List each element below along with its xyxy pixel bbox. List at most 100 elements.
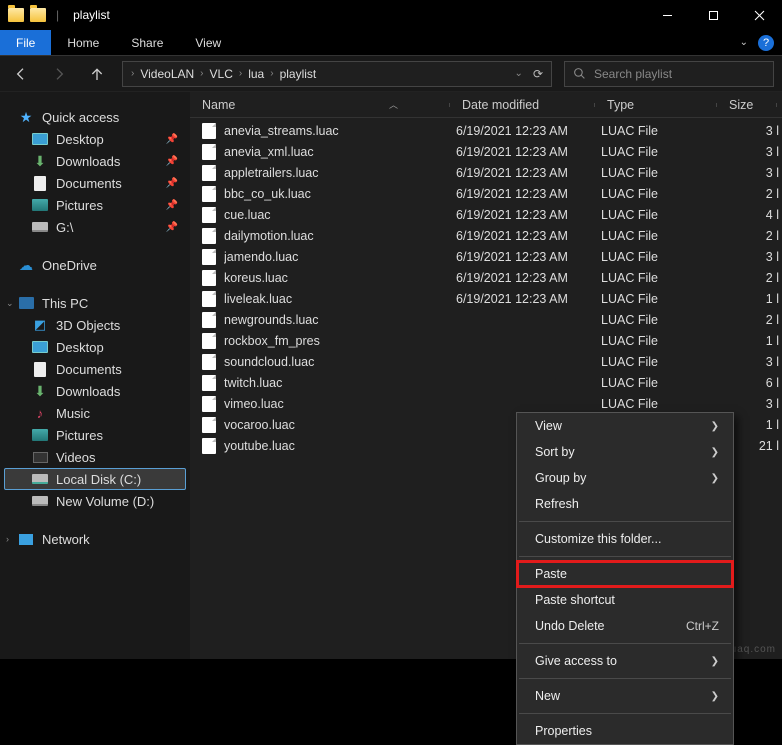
column-date[interactable]: Date modified (450, 98, 595, 112)
back-button[interactable] (8, 61, 34, 87)
sidebar-item-onedrive[interactable]: ☁OneDrive (4, 254, 186, 276)
sidebar-item-this-pc[interactable]: ⌄This PC (4, 292, 186, 314)
file-name: youtube.luac (224, 439, 456, 453)
sidebar-item-network[interactable]: ›Network (4, 528, 186, 550)
table-row[interactable]: liveleak.luac6/19/2021 12:23 AMLUAC File… (190, 288, 782, 309)
table-row[interactable]: anevia_xml.luac6/19/2021 12:23 AMLUAC Fi… (190, 141, 782, 162)
table-row[interactable]: cue.luac6/19/2021 12:23 AMLUAC File4 l (190, 204, 782, 225)
file-size: 2 l (723, 187, 779, 201)
document-icon (34, 176, 46, 191)
file-date: 6/19/2021 12:23 AM (456, 166, 601, 180)
column-label: Name (202, 98, 235, 112)
menu-label: View (535, 419, 562, 433)
file-date: 6/19/2021 12:23 AM (456, 145, 601, 159)
refresh-icon[interactable]: ⟳ (533, 67, 543, 81)
star-icon: ★ (18, 109, 34, 125)
table-row[interactable]: dailymotion.luac6/19/2021 12:23 AMLUAC F… (190, 225, 782, 246)
menu-give-access-to[interactable]: Give access to❯ (517, 648, 733, 674)
file-icon (202, 144, 216, 160)
home-tab[interactable]: Home (51, 30, 115, 55)
file-size: 3 l (723, 250, 779, 264)
address-bar[interactable]: › VideoLAN › VLC › lua › playlist ⌄ ⟳ (122, 61, 552, 87)
menu-sort-by[interactable]: Sort by❯ (517, 439, 733, 465)
menu-customize-folder[interactable]: Customize this folder... (517, 526, 733, 552)
menu-properties[interactable]: Properties (517, 718, 733, 744)
sidebar-item-music[interactable]: ♪Music (4, 402, 186, 424)
chevron-down-icon[interactable]: ⌄ (740, 37, 748, 48)
table-row[interactable]: newgrounds.luacLUAC File2 l (190, 309, 782, 330)
table-row[interactable]: vimeo.luacLUAC File3 l (190, 393, 782, 414)
menu-refresh[interactable]: Refresh (517, 491, 733, 517)
file-icon (202, 438, 216, 454)
menu-separator (519, 643, 731, 644)
file-name: bbc_co_uk.luac (224, 187, 456, 201)
table-row[interactable]: rockbox_fm_presLUAC File1 l (190, 330, 782, 351)
sidebar-item-quick-access[interactable]: ★Quick access (4, 106, 186, 128)
menu-paste[interactable]: Paste (517, 561, 733, 587)
sidebar-item-pictures[interactable]: Pictures (4, 424, 186, 446)
maximize-button[interactable] (690, 0, 736, 30)
file-icon (202, 354, 216, 370)
table-row[interactable]: appletrailers.luac6/19/2021 12:23 AMLUAC… (190, 162, 782, 183)
sidebar-item-downloads[interactable]: ⬇Downloads📌 (4, 150, 186, 172)
breadcrumb[interactable]: playlist (274, 67, 323, 81)
file-tab[interactable]: File (0, 30, 51, 55)
share-tab[interactable]: Share (115, 30, 179, 55)
column-name[interactable]: Name︿ (190, 98, 450, 112)
sidebar-item-downloads[interactable]: ⬇Downloads (4, 380, 186, 402)
sidebar-item-volume-d[interactable]: New Volume (D:) (4, 490, 186, 512)
breadcrumb[interactable]: lua (242, 67, 270, 81)
forward-button[interactable] (46, 61, 72, 87)
context-menu: View❯ Sort by❯ Group by❯ Refresh Customi… (516, 412, 734, 745)
sidebar-item-drive-g[interactable]: G:\📌 (4, 216, 186, 238)
file-name: vimeo.luac (224, 397, 456, 411)
sidebar-item-3d-objects[interactable]: ◩3D Objects (4, 314, 186, 336)
menu-view[interactable]: View❯ (517, 413, 733, 439)
menu-undo-delete[interactable]: Undo DeleteCtrl+Z (517, 613, 733, 639)
minimize-button[interactable] (644, 0, 690, 30)
sidebar-item-desktop[interactable]: Desktop📌 (4, 128, 186, 150)
up-button[interactable] (84, 61, 110, 87)
breadcrumb[interactable]: VideoLAN (134, 67, 200, 81)
close-button[interactable] (736, 0, 782, 30)
sidebar-item-videos[interactable]: Videos (4, 446, 186, 468)
file-name: newgrounds.luac (224, 313, 456, 327)
file-size: 3 l (723, 166, 779, 180)
folder-icon (8, 8, 24, 22)
table-row[interactable]: koreus.luac6/19/2021 12:23 AMLUAC File2 … (190, 267, 782, 288)
sidebar-item-pictures[interactable]: Pictures📌 (4, 194, 186, 216)
pc-icon (19, 297, 34, 309)
menu-label: Refresh (535, 497, 579, 511)
help-icon[interactable]: ? (758, 35, 774, 51)
sidebar-item-documents[interactable]: Documents (4, 358, 186, 380)
table-row[interactable]: jamendo.luac6/19/2021 12:23 AMLUAC File3… (190, 246, 782, 267)
table-row[interactable]: twitch.luacLUAC File6 l (190, 372, 782, 393)
menu-new[interactable]: New❯ (517, 683, 733, 709)
menu-paste-shortcut[interactable]: Paste shortcut (517, 587, 733, 613)
search-input[interactable]: Search playlist (564, 61, 774, 87)
file-type: LUAC File (601, 208, 723, 222)
file-date: 6/19/2021 12:23 AM (456, 250, 601, 264)
network-icon (19, 534, 33, 545)
sidebar-item-desktop[interactable]: Desktop (4, 336, 186, 358)
menu-group-by[interactable]: Group by❯ (517, 465, 733, 491)
file-type: LUAC File (601, 313, 723, 327)
menu-label: Group by (535, 471, 586, 485)
column-type[interactable]: Type (595, 98, 717, 112)
view-tab[interactable]: View (179, 30, 237, 55)
sidebar-item-local-disk-c[interactable]: Local Disk (C:) (4, 468, 186, 490)
chevron-down-icon[interactable]: ⌄ (515, 68, 523, 79)
file-type: LUAC File (601, 250, 723, 264)
column-size[interactable]: Size (717, 98, 777, 112)
chevron-right-icon[interactable]: › (6, 534, 9, 544)
table-row[interactable]: anevia_streams.luac6/19/2021 12:23 AMLUA… (190, 120, 782, 141)
menu-label: Sort by (535, 445, 575, 459)
table-row[interactable]: bbc_co_uk.luac6/19/2021 12:23 AMLUAC Fil… (190, 183, 782, 204)
chevron-down-icon[interactable]: ⌄ (6, 298, 14, 309)
breadcrumb[interactable]: VLC (204, 67, 239, 81)
content-pane[interactable]: Name︿ Date modified Type Size anevia_str… (190, 92, 782, 659)
table-row[interactable]: soundcloud.luacLUAC File3 l (190, 351, 782, 372)
file-icon (202, 207, 216, 223)
sidebar-item-documents[interactable]: Documents📌 (4, 172, 186, 194)
separator: | (56, 8, 59, 22)
